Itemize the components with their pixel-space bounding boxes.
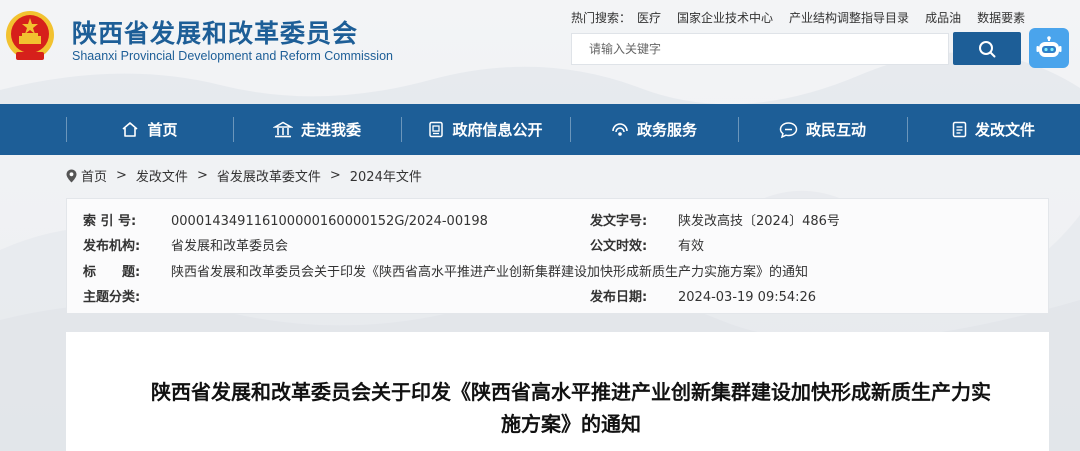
nav-item-label: 发改文件 [974,121,1035,139]
nav-item-interaction[interactable]: 政民互动 [738,104,907,155]
chat-icon [779,122,798,138]
breadcrumb-2024-docs[interactable]: 2024年文件 [350,166,422,185]
hot-link-industry-catalog[interactable]: 产业结构调整指导目录 [789,9,909,26]
location-pin-icon [66,169,77,182]
breadcrumb-separator: > [329,168,341,183]
file-icon [952,121,967,138]
meta-doc-no-label: 发文字号: [590,214,648,229]
search-input[interactable] [572,34,948,64]
meta-title-row: 标 题: 陕西省发展和改革委员会关于印发《陕西省高水平推进产业创新集群建设加快形成… [83,261,808,280]
national-emblem-icon [6,11,54,60]
meta-validity-label: 公文时效: [590,239,648,254]
breadcrumb: 首页 > 发改文件 > 省发展改革委文件 > 2024年文件 [66,166,422,185]
breadcrumb-documents[interactable]: 发改文件 [136,166,188,185]
article-title-line: 陕西省发展和改革委员会关于印发《陕西省高水平推进产业创新集群建设加快形成新质生产… [151,380,991,404]
hot-search-bar: 热门搜索： 医疗 国家企业技术中心 产业结构调整指导目录 成品油 数据要素 [571,9,1025,26]
building-icon [272,121,293,138]
meta-category-label: 主题分类: [83,290,141,305]
meta-doc-no-row: 发文字号: 陕发改高技〔2024〕486号 [590,210,840,229]
meta-validity-value: 有效 [678,239,705,254]
meta-issuer-value: 省发展和改革委员会 [171,239,289,254]
article-title-line: 施方案》的通知 [501,412,641,436]
nav-item-about[interactable]: 走进我委 [233,104,401,155]
nav-item-label: 走进我委 [300,121,361,139]
nav-item-label: 政府信息公开 [452,121,543,139]
article-content: 陕西省发展和改革委员会关于印发《陕西省高水平推进产业创新集群建设加快形成新质生产… [66,332,1049,451]
nav-item-label: 政民互动 [805,121,866,139]
nav-item-gov-services[interactable]: 政务服务 [570,104,738,155]
nav-item-info-disclosure[interactable]: 政府信息公开 [401,104,570,155]
nav-item-label: 首页 [147,121,178,139]
hot-link-oil[interactable]: 成品油 [925,9,961,26]
meta-index-label: 索 引 号: [83,214,137,229]
meta-doc-no-value: 陕发改高技〔2024〕486号 [678,214,840,229]
meta-issuer-label: 发布机构: [83,239,141,254]
search-icon [979,40,996,57]
article-title: 陕西省发展和改革委员会关于印发《陕西省高水平推进产业创新集群建设加快形成新质生产… [106,376,1036,440]
hot-search-label: 热门搜索： [571,11,632,25]
meta-date-label: 发布日期: [590,290,648,305]
search-button[interactable] [953,32,1021,65]
meta-date-value: 2024-03-19 09:54:26 [678,290,817,305]
meta-category-row: 主题分类: [83,286,171,305]
document-metadata-panel: 索 引 号: 000014349116100000160000152G/2024-… [66,198,1049,314]
meta-title-value: 陕西省发展和改革委员会关于印发《陕西省高水平推进产业创新集群建设加快形成新质生产… [171,265,809,280]
nav-item-home[interactable]: 首页 [66,104,233,155]
site-title: 陕西省发展和改革委员会 [72,19,359,48]
breadcrumb-separator: > [196,168,208,183]
signal-icon [612,122,628,136]
breadcrumb-commission-docs[interactable]: 省发展改革委文件 [217,166,321,185]
document-icon [429,121,444,138]
nav-item-documents[interactable]: 发改文件 [907,104,1080,155]
meta-index-value: 000014349116100000160000152G/2024-00198 [171,214,488,229]
meta-date-row: 发布日期: 2024-03-19 09:54:26 [590,286,816,305]
hot-link-medical[interactable]: 医疗 [637,9,661,26]
main-navigation: 首页 走进我委 政府信息公开 政务服务 政民互动 发改文件 [0,104,1080,155]
hot-link-tech-center[interactable]: 国家企业技术中心 [677,9,773,26]
meta-index-row: 索 引 号: 000014349116100000160000152G/2024-… [83,210,488,229]
robot-assistant-button[interactable] [1029,28,1069,68]
breadcrumb-home[interactable]: 首页 [81,166,107,185]
site-header: 陕西省发展和改革委员会 Shaanxi Provincial Developme… [0,0,1080,104]
robot-icon [1036,36,1062,57]
meta-issuer-row: 发布机构: 省发展和改革委员会 [83,235,288,254]
home-icon [122,122,139,137]
hot-link-data-elements[interactable]: 数据要素 [977,9,1025,26]
nav-item-label: 政务服务 [636,121,697,139]
meta-validity-row: 公文时效: 有效 [590,235,704,254]
meta-title-label: 标 题: [83,265,141,280]
search-box [571,33,949,65]
site-subtitle: Shaanxi Provincial Development and Refor… [72,49,393,63]
breadcrumb-separator: > [116,168,127,183]
